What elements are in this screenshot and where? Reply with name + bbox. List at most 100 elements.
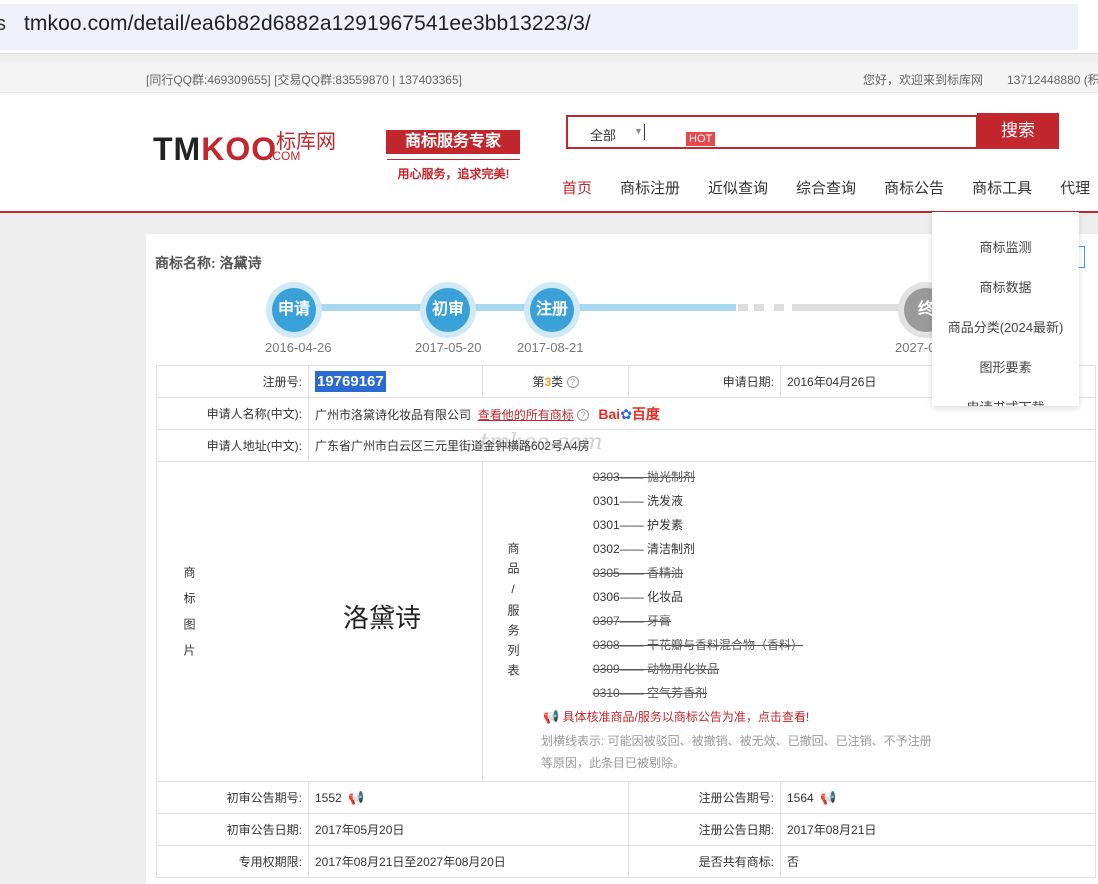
reg-pub-no-label: 注册公告期号:	[628, 781, 781, 814]
goods-item: 0301—— 洗发液	[593, 494, 684, 508]
browser-url-bar: s tmkoo.com/detail/ea6b82d6882a129196754…	[0, 0, 1098, 54]
main-nav: 首页 商标注册 近似查询 综合查询 商标公告 商标工具 代理	[562, 177, 1098, 198]
goods-label: 商品/服务列表	[506, 542, 520, 684]
prelim-no: 1552	[315, 790, 342, 805]
logo-koo: KOO	[201, 131, 278, 167]
class-cell: 第3类 ?	[482, 365, 629, 398]
blue-edge	[1079, 246, 1085, 268]
logo-com: .COM	[269, 149, 301, 163]
goods-name: 化妆品	[647, 590, 684, 604]
url-text[interactable]: tmkoo.com/detail/ea6b82d6882a1291967541e…	[24, 12, 591, 36]
chevron-down-icon: ▼	[634, 126, 643, 136]
nav-tools[interactable]: 商标工具	[972, 177, 1032, 198]
slogan: 商标服务专家	[386, 130, 520, 154]
name-value: 洛黛诗	[219, 255, 262, 271]
goods-name: 干花瓣与香料混合物（香料）	[647, 638, 804, 652]
term: 2017年08月21日至2027年08月20日	[308, 845, 629, 878]
goods-item: 0310—— 空气芳香剂	[593, 686, 708, 700]
address: 广东省广州市白云区三元里街道金钟横路602号A4房	[308, 429, 1096, 462]
menu-item-forms[interactable]: 申请书式下载	[932, 397, 1079, 406]
class-prefix: 第	[532, 375, 545, 389]
menu-item-classification[interactable]: 商品分类(2024最新)	[932, 317, 1079, 336]
applicant-label: 申请人名称(中文):	[156, 397, 309, 430]
goods-item: 0303—— 抛光制剂	[593, 470, 696, 484]
goods-code: 0309	[593, 662, 620, 676]
goods-item: 0309—— 动物用化妆品	[593, 662, 720, 676]
timeline-progress	[286, 304, 736, 311]
slogan-sub: 用心服务，追求完美!	[387, 159, 520, 182]
apply-date-label: 申请日期:	[628, 365, 781, 398]
goods-item: 0308—— 干花瓣与香料混合物（香料）	[593, 638, 804, 652]
qq-groups: [同行QQ群:469309655] [交易QQ群:83559870 | 1374…	[146, 73, 462, 87]
menu-item-monitor[interactable]: 商标监测	[932, 237, 1079, 256]
nav-similar[interactable]: 近似查询	[708, 177, 768, 198]
goods-name: 空气芳香剂	[647, 686, 708, 700]
timeline-dash	[774, 304, 784, 311]
goods-item: 0301—— 护发素	[593, 518, 684, 532]
nav-home[interactable]: 首页	[562, 177, 592, 198]
search-scope-select[interactable]: 全部	[590, 125, 616, 144]
goods-notice-text: 具体核准商品/服务以商标公告为准，点击查看!	[562, 710, 810, 724]
site-logo[interactable]: TMKOO	[153, 131, 277, 168]
view-all-trademarks-link[interactable]: 查看他的所有商标	[478, 408, 574, 422]
goods-cell: 商品/服务列表 0303—— 抛光制剂 0301—— 洗发液 0301—— 护发…	[482, 461, 1096, 782]
timeline-dash	[738, 304, 748, 311]
phone: 13712448880 (积	[1007, 73, 1098, 87]
goods-name: 洗发液	[647, 494, 684, 508]
megaphone-icon[interactable]: 📢	[820, 790, 836, 806]
greeting: 您好，欢迎来到标库网	[863, 73, 984, 87]
goods-code: 0301	[593, 494, 620, 508]
reg-pub-date: 2017年08月21日	[780, 813, 1096, 846]
search-button[interactable]: 搜索	[977, 113, 1059, 149]
step-register: 注册	[524, 282, 580, 338]
step-date: 2027-0	[895, 340, 936, 355]
goods-name: 动物用化妆品	[647, 662, 720, 676]
menu-item-graphic[interactable]: 图形要素	[932, 357, 1079, 376]
help-icon[interactable]: ?	[566, 376, 579, 388]
text-caret	[644, 124, 645, 140]
baidu-bai: Bai	[598, 405, 621, 422]
goods-name: 抛光制剂	[647, 470, 696, 484]
megaphone-icon[interactable]: 📢	[348, 790, 364, 806]
nav-search[interactable]: 综合查询	[796, 177, 856, 198]
prelim-date: 2017年05月20日	[308, 813, 629, 846]
step-date: 2017-05-20	[415, 340, 482, 355]
step-label: 注册	[530, 288, 574, 332]
step-apply: 申请	[266, 282, 322, 338]
trademark-info-table: 注册号: 19769167 第3类 ? 申请日期: 2016年04月26日 申请…	[156, 365, 1096, 878]
strike-note: 划横线表示: 可能因被驳回、被撤销、被无效、已撤回、已注销、不予注册等原因，此条…	[541, 734, 932, 770]
reg-no[interactable]: 19769167	[315, 371, 386, 392]
shared: 否	[780, 845, 1096, 878]
image-label: 商标图片	[182, 566, 196, 670]
trademark-image[interactable]: 洛黛诗	[343, 598, 421, 635]
reg-pub-date-label: 注册公告日期:	[628, 813, 781, 846]
reg-pub-no: 1564	[787, 790, 814, 805]
goods-item: 0307—— 牙膏	[593, 614, 672, 628]
prelim-no-label: 初审公告期号:	[156, 781, 309, 814]
goods-code: 0303	[593, 470, 620, 484]
nav-register[interactable]: 商标注册	[620, 177, 680, 198]
trademark-name-heading: 商标名称: 洛黛诗	[155, 253, 262, 273]
step-date: 2016-04-26	[265, 340, 332, 355]
goods-name: 香精油	[647, 566, 684, 580]
menu-item-data[interactable]: 商标数据	[932, 277, 1079, 296]
watermark: tmkoo.com	[480, 430, 603, 455]
baidu-cn: 百度	[631, 405, 660, 422]
goods-item: 0305—— 香精油	[593, 566, 684, 580]
goods-name: 牙膏	[647, 614, 672, 628]
goods-item: 0306—— 化妆品	[593, 590, 684, 604]
hot-badge: HOT	[686, 132, 716, 146]
nav-announcement[interactable]: 商标公告	[884, 177, 944, 198]
goods-name: 护发素	[647, 518, 684, 532]
nav-agent[interactable]: 代理	[1060, 177, 1090, 198]
help-icon[interactable]: ?	[577, 408, 590, 421]
baidu-link[interactable]: Bai✿百度	[598, 406, 660, 422]
goods-notice-link[interactable]: 📢 具体核准商品/服务以商标公告为准，点击查看!	[543, 708, 809, 725]
goods-code: 0302	[593, 542, 620, 556]
top-info-bar: [同行QQ群:469309655] [交易QQ群:83559870 | 1374…	[0, 62, 1098, 93]
tools-dropdown: 商标监测 商标数据 商品分类(2024最新) 图形要素 申请书式下载	[932, 212, 1079, 406]
megaphone-icon: 📢	[543, 709, 560, 724]
step-label: 申请	[272, 288, 316, 332]
search-box[interactable]: 全部 ▼ HOT	[566, 115, 978, 149]
goods-name: 清洁制剂	[647, 542, 696, 556]
